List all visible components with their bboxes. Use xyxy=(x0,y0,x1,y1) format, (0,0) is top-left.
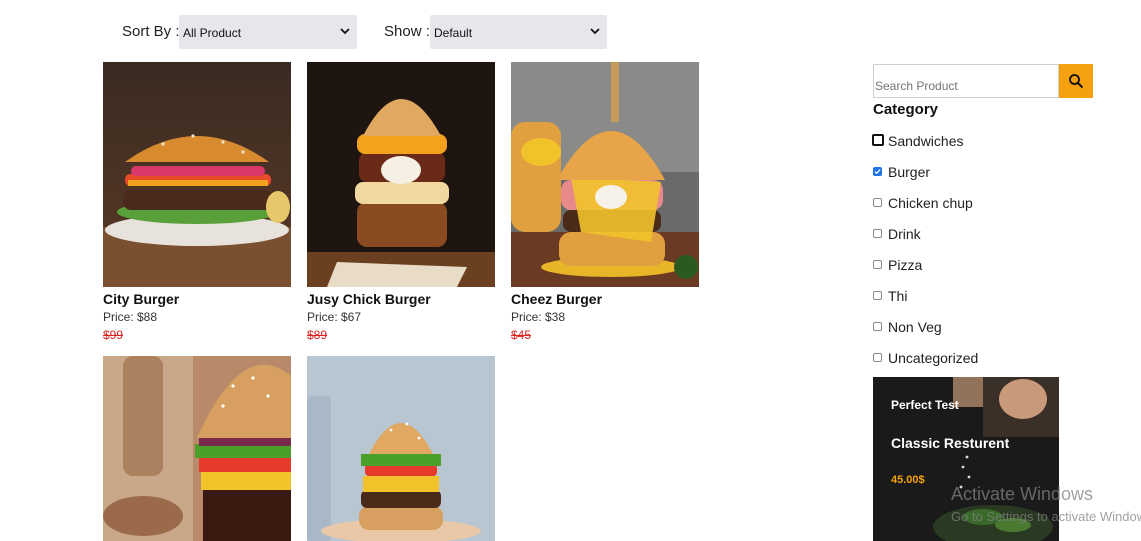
check-icon xyxy=(874,169,881,175)
show-label: Show : xyxy=(384,23,430,40)
chevron-down-icon xyxy=(589,25,601,37)
product-name[interactable]: Jusy Chick Burger xyxy=(307,291,431,307)
watermark-subtitle: Go to Settings to activate Windows. xyxy=(951,509,1141,524)
product-image[interactable] xyxy=(511,62,699,287)
checkbox[interactable] xyxy=(873,260,882,269)
promo-tagline: Perfect Test xyxy=(891,398,959,412)
category-title: Category xyxy=(873,101,939,118)
search-button[interactable] xyxy=(1059,64,1093,98)
category-label[interactable]: Uncategorized xyxy=(888,350,978,366)
sort-select-value: All Product xyxy=(183,26,242,40)
category-label[interactable]: Thi xyxy=(888,288,907,304)
product-name[interactable]: Cheez Burger xyxy=(511,291,602,307)
category-item-uncategorized[interactable]: Uncategorized xyxy=(873,348,1073,368)
category-item-burger[interactable]: Burger xyxy=(873,162,1073,182)
checkbox[interactable] xyxy=(873,229,882,238)
category-label[interactable]: Drink xyxy=(888,226,921,242)
category-item-sandwiches[interactable]: Sandwiches xyxy=(872,131,1073,151)
product-old-price: $45 xyxy=(511,328,532,342)
filter-toolbar: Sort By : All Product Show : Default xyxy=(0,15,700,49)
sort-select[interactable]: All Product xyxy=(179,15,357,49)
product-price: Price: $38 xyxy=(511,310,566,324)
product-image[interactable] xyxy=(103,62,291,287)
product-price: Price: $88 xyxy=(103,310,158,324)
product-card[interactable] xyxy=(307,356,495,541)
product-card[interactable]: City Burger Price: $88 $99 xyxy=(103,62,291,342)
checkbox[interactable] xyxy=(873,291,882,300)
checkbox[interactable] xyxy=(873,198,882,207)
product-old-price: $99 xyxy=(103,328,124,342)
checkbox[interactable] xyxy=(873,353,882,362)
product-image[interactable] xyxy=(103,356,291,541)
search-box xyxy=(873,64,1093,98)
checkbox[interactable] xyxy=(873,167,882,176)
product-price: Price: $67 xyxy=(307,310,362,324)
product-image[interactable] xyxy=(307,356,495,541)
category-label[interactable]: Burger xyxy=(888,164,930,180)
category-item-non-veg[interactable]: Non Veg xyxy=(873,317,1073,337)
category-item-pizza[interactable]: Pizza xyxy=(873,255,1073,275)
category-label[interactable]: Pizza xyxy=(888,257,922,273)
category-item-chicken-chup[interactable]: Chicken chup xyxy=(873,193,1073,213)
product-name[interactable]: City Burger xyxy=(103,291,179,307)
sidebar: Category Sandwiches Burger Chicken chup … xyxy=(872,0,1141,541)
product-card[interactable]: Jusy Chick Burger Price: $67 $89 xyxy=(307,62,495,342)
checkbox[interactable] xyxy=(873,322,882,331)
category-label[interactable]: Chicken chup xyxy=(888,195,973,211)
checkbox[interactable] xyxy=(872,134,884,146)
show-select-value: Default xyxy=(434,26,473,40)
watermark-title: Activate Windows xyxy=(951,484,1094,504)
category-item-thi[interactable]: Thi xyxy=(873,286,1073,306)
sort-label: Sort By : xyxy=(122,23,180,40)
chevron-down-icon xyxy=(339,25,351,37)
category-label[interactable]: Sandwiches xyxy=(888,133,964,149)
category-label[interactable]: Non Veg xyxy=(888,319,942,335)
promo-price: 45.00$ xyxy=(891,474,925,486)
product-card[interactable] xyxy=(103,356,291,541)
product-old-price: $89 xyxy=(307,328,328,342)
category-item-drink[interactable]: Drink xyxy=(873,224,1073,244)
search-icon xyxy=(1069,74,1084,89)
show-select[interactable]: Default xyxy=(430,15,607,49)
search-input[interactable] xyxy=(873,64,1059,98)
product-image[interactable] xyxy=(307,62,495,287)
promo-title: Classic Resturent xyxy=(891,435,1010,451)
windows-activation-watermark: Activate Windows Go to Settings to activ… xyxy=(951,484,1141,529)
product-card[interactable]: Cheez Burger Price: $38 $45 xyxy=(511,62,699,342)
